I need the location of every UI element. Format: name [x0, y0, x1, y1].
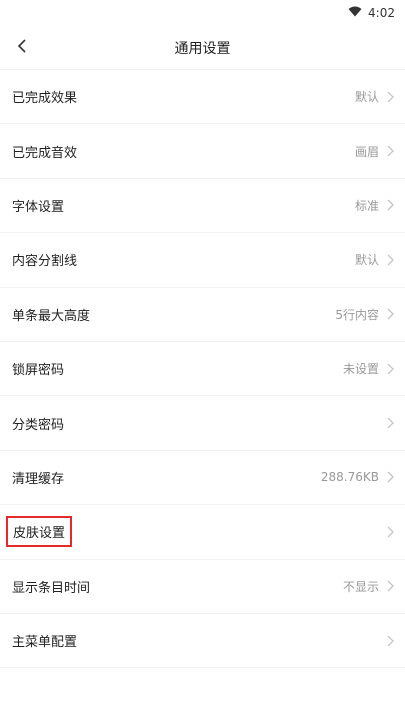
setting-label: 清理缓存 [12, 471, 65, 487]
chevron-right-icon [385, 90, 395, 104]
setting-label: 字体设置 [12, 199, 65, 215]
setting-value: 画眉 [354, 144, 379, 159]
settings-list: 已完成效果 默认 已完成音效 画眉 字体设置 标准 内容分割线 默认 单条最大高… [0, 70, 405, 669]
status-time: 4:02 [368, 6, 395, 20]
setting-label: 显示条目时间 [12, 580, 91, 596]
back-button[interactable] [10, 36, 34, 60]
setting-label: 内容分割线 [12, 254, 78, 270]
setting-value: 288.76KB [320, 470, 379, 485]
setting-row-main-menu[interactable]: 主菜单配置 [0, 614, 405, 669]
setting-row-lock-password[interactable]: 锁屏密码 未设置 [0, 342, 405, 397]
chevron-right-icon [385, 416, 395, 430]
wifi-icon [348, 6, 362, 20]
chevron-right-icon [385, 579, 395, 593]
setting-label: 已完成音效 [12, 145, 78, 161]
chevron-right-icon [385, 634, 395, 648]
setting-value: 标准 [354, 198, 379, 213]
setting-row-font[interactable]: 字体设置 标准 [0, 179, 405, 234]
setting-label: 锁屏密码 [12, 363, 65, 379]
setting-row-clear-cache[interactable]: 清理缓存 288.76KB [0, 451, 405, 506]
setting-row-max-height[interactable]: 单条最大高度 5行内容 [0, 288, 405, 342]
setting-value: 不显示 [342, 579, 379, 594]
header: 通用设置 [0, 26, 405, 70]
setting-row-skin[interactable]: 皮肤设置 [0, 505, 405, 560]
setting-row-category-password[interactable]: 分类密码 [0, 396, 405, 451]
chevron-right-icon [385, 144, 395, 158]
setting-value: 未设置 [342, 362, 379, 377]
setting-label: 主菜单配置 [12, 635, 78, 651]
chevron-right-icon [385, 525, 395, 539]
chevron-right-icon [385, 307, 395, 321]
status-bar: 4:02 [0, 0, 405, 26]
chevron-right-icon [385, 253, 395, 267]
chevron-right-icon [385, 198, 395, 212]
setting-label: 皮肤设置 [5, 516, 73, 548]
setting-label: 已完成效果 [12, 91, 78, 107]
setting-label: 单条最大高度 [12, 308, 91, 324]
setting-value: 5行内容 [335, 307, 379, 322]
setting-row-completed-sound[interactable]: 已完成音效 画眉 [0, 124, 405, 179]
chevron-right-icon [385, 470, 395, 484]
setting-row-show-time[interactable]: 显示条目时间 不显示 [0, 560, 405, 614]
setting-row-completed-effect[interactable]: 已完成效果 默认 [0, 70, 405, 125]
chevron-left-icon [17, 38, 27, 58]
chevron-right-icon [385, 362, 395, 376]
setting-value: 默认 [354, 90, 379, 105]
setting-row-divider[interactable]: 内容分割线 默认 [0, 233, 405, 288]
setting-label: 分类密码 [12, 417, 65, 433]
page-title: 通用设置 [174, 40, 231, 57]
setting-value: 默认 [354, 253, 379, 268]
